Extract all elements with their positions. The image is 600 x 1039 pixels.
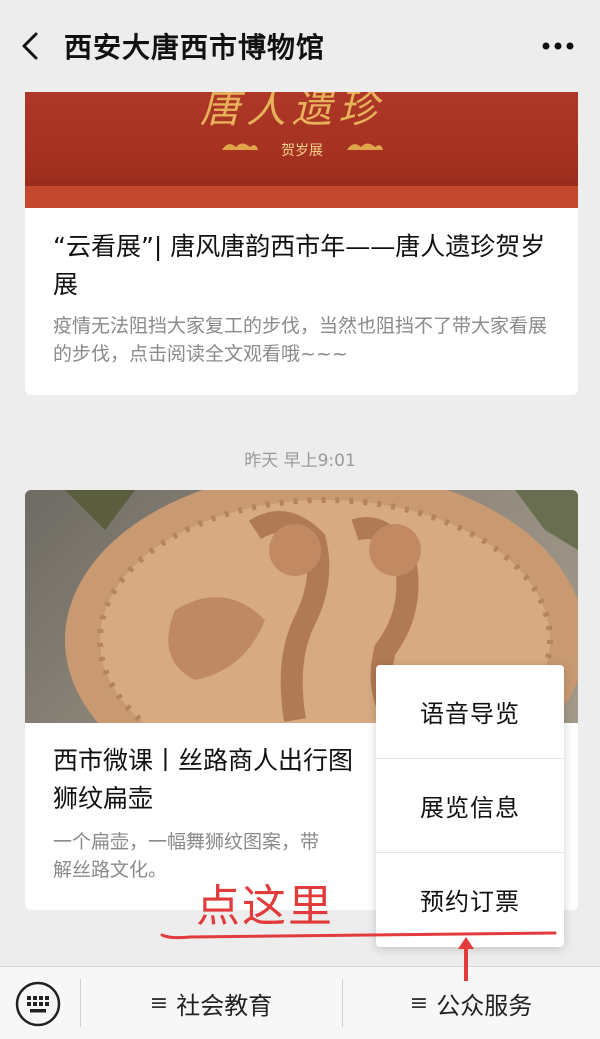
chevron-left-icon[interactable]	[16, 30, 48, 62]
nav-header: 西安大唐西市博物馆	[0, 0, 600, 92]
menu-lines-icon: ≡	[149, 990, 169, 1016]
page-title: 西安大唐西市博物馆	[64, 31, 326, 64]
keyboard-icon[interactable]	[15, 981, 61, 1027]
service-popup-menu: 语音导览 展览信息 预约订票	[376, 665, 564, 947]
tab-social-education[interactable]: ≡ 社会教育	[80, 967, 342, 1039]
cloud-ornament-icon	[222, 143, 258, 150]
banner-subtitle: 贺岁展	[281, 143, 323, 159]
article-desc: 疫情无法阻挡大家复工的步伐，当然也阻挡不了带大家看展的步伐，点击阅读全文观看哦~…	[53, 315, 548, 365]
menu-lines-icon: ≡	[409, 990, 429, 1016]
article-card[interactable]: 唐人遗珍 贺岁展 “云看展”| 唐风唐韵西市年——唐人遗珍贺岁展 疫情无法阻挡大…	[25, 70, 578, 395]
annotation-underline	[160, 931, 557, 940]
more-horizontal-icon[interactable]	[538, 30, 578, 62]
tab-label: 公众服务	[436, 991, 533, 1020]
menu-item-exhibition-info[interactable]: 展览信息	[376, 759, 564, 853]
cloud-ornament-icon	[347, 143, 383, 150]
bottom-menu-bar: ≡ 社会教育 ≡ 公众服务	[0, 966, 600, 1039]
article-title: “云看展”| 唐风唐韵西市年——唐人遗珍贺岁展	[53, 232, 546, 299]
banner-strip	[25, 186, 578, 208]
annotation-arrow-icon	[458, 937, 474, 981]
tab-label: 社会教育	[176, 991, 273, 1020]
message-timestamp: 昨天 早上9:01	[244, 451, 356, 471]
menu-item-audio-guide[interactable]: 语音导览	[376, 665, 564, 759]
